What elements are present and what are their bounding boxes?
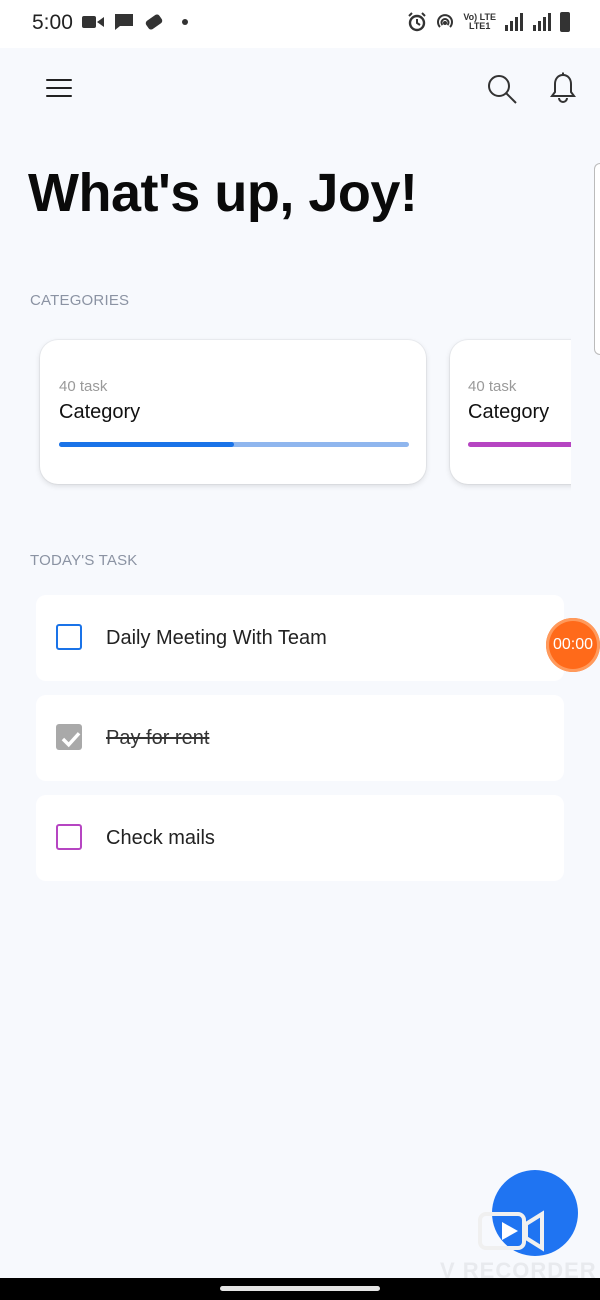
- category-title: Category: [59, 401, 141, 423]
- hotspot-icon: [437, 14, 454, 28]
- alarm-icon: [408, 12, 427, 32]
- check-icon: [61, 732, 81, 748]
- category-card[interactable]: 40 task Category: [40, 340, 426, 484]
- status-icons-right: Vo) LTE LTE1: [407, 12, 570, 32]
- game-icon: [145, 14, 163, 30]
- edge-panel-handle[interactable]: [594, 163, 600, 355]
- network-bottom: LTE1: [468, 21, 491, 31]
- recording-timer-badge[interactable]: 00:00: [546, 618, 600, 672]
- greeting-title: What's up, Joy!: [28, 163, 418, 223]
- battery-icon: [560, 12, 570, 32]
- dot-icon: [182, 19, 188, 25]
- search-icon[interactable]: [486, 73, 518, 105]
- categories-heading: CATEGORIES: [30, 292, 130, 309]
- category-progress-track: [468, 442, 571, 447]
- home-gesture-bar[interactable]: [220, 1286, 380, 1291]
- category-scroll-clip: 40 task Category: [440, 330, 571, 500]
- task-label: Check mails: [106, 827, 215, 849]
- category-count: 40 task: [468, 378, 517, 395]
- task-label: Pay for rent: [106, 727, 210, 749]
- signal-2-icon: [533, 13, 551, 31]
- task-item[interactable]: Check mails: [36, 795, 564, 881]
- task-item[interactable]: Pay for rent: [36, 695, 564, 781]
- category-progress-track: [59, 442, 409, 447]
- task-label: Daily Meeting With Team: [106, 627, 327, 649]
- message-icon: [115, 14, 133, 30]
- task-item[interactable]: Daily Meeting With Team: [36, 595, 564, 681]
- category-progress-fill: [59, 442, 234, 447]
- signal-icon: [505, 13, 523, 31]
- recorder-icon: [478, 1210, 544, 1252]
- menu-icon[interactable]: [44, 76, 74, 100]
- status-time: 5:00: [32, 11, 73, 34]
- category-count: 40 task: [59, 378, 108, 395]
- video-icon: [82, 16, 104, 28]
- bell-icon[interactable]: [548, 72, 578, 104]
- task-checkbox[interactable]: [56, 624, 82, 650]
- task-checkbox[interactable]: [56, 824, 82, 850]
- task-checkbox[interactable]: [56, 724, 82, 750]
- category-title: Category: [468, 401, 550, 423]
- status-icons-left: [82, 13, 188, 31]
- category-card[interactable]: 40 task Category: [450, 340, 571, 484]
- volte-icon: Vo) LTE LTE1: [463, 13, 496, 31]
- category-progress-fill: [468, 442, 571, 447]
- todays-task-heading: TODAY'S TASK: [30, 552, 138, 569]
